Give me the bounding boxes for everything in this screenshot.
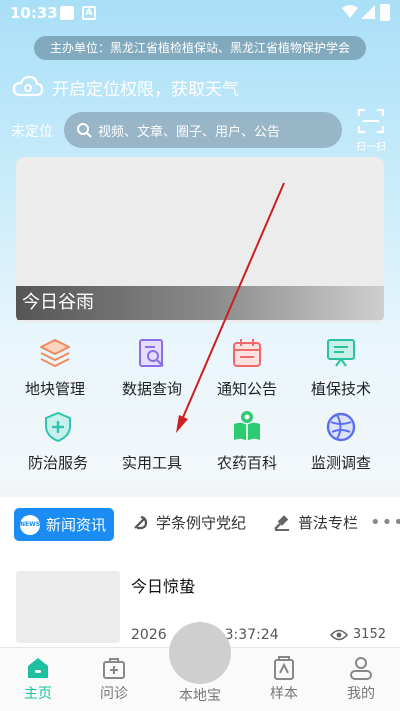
status-bar: 10:33 A bbox=[0, 0, 400, 28]
grid-label: 植保技术 bbox=[310, 380, 371, 398]
status-time: 10:33 bbox=[10, 4, 58, 22]
banner-carousel[interactable]: 今日谷雨 bbox=[16, 157, 384, 323]
calendar-icon bbox=[233, 339, 261, 367]
grid-label: 防治服务 bbox=[27, 454, 88, 472]
location-label[interactable]: 未定位 bbox=[11, 121, 53, 141]
app-notification-icon: A bbox=[82, 6, 96, 20]
news-tabs: NEWS 新闻资讯 学条例守党纪 普法专栏 ••• bbox=[0, 504, 400, 546]
nav-home[interactable]: 主页 bbox=[8, 656, 68, 703]
search-icon bbox=[77, 123, 92, 138]
gavel-icon bbox=[274, 514, 289, 531]
grid-item-notices[interactable]: 通知公告 bbox=[205, 336, 289, 399]
wifi-icon bbox=[342, 5, 358, 18]
grid-label: 实用工具 bbox=[121, 454, 182, 472]
grid-item-data-query[interactable]: 数据查询 bbox=[110, 336, 194, 399]
tab-party-discipline[interactable]: 学条例守党纪 bbox=[132, 512, 246, 533]
weather-prompt[interactable]: 开启定位权限，获取天气 bbox=[12, 72, 239, 102]
more-tabs-icon[interactable]: ••• bbox=[370, 512, 400, 533]
tab-label: 学条例守党纪 bbox=[156, 514, 247, 532]
sponsor-banner: 主办单位：黑龙江省植检植保站、黑龙江省植物保护学会 bbox=[34, 36, 366, 60]
news-date-time: 3:37:24 bbox=[224, 627, 279, 643]
grid-label: 地块管理 bbox=[24, 380, 85, 398]
cloud-icon bbox=[12, 75, 44, 97]
weather-text: 开启定位权限，获取天气 bbox=[52, 79, 239, 100]
news-date-year: 2026 bbox=[131, 627, 167, 643]
grid-label: 农药百科 bbox=[216, 454, 277, 472]
news-thumbnail bbox=[16, 571, 120, 643]
grid-item-plot-management[interactable]: 地块管理 bbox=[13, 336, 97, 399]
layers-icon bbox=[40, 339, 70, 368]
nav-consult[interactable]: 问诊 bbox=[84, 656, 144, 703]
toolbox-icon bbox=[135, 410, 169, 444]
news-title: 今日惊蛰 bbox=[131, 577, 196, 596]
signal-icon bbox=[361, 5, 375, 19]
grid-label: 通知公告 bbox=[216, 380, 277, 398]
document-search-icon bbox=[139, 339, 164, 367]
scan-icon bbox=[357, 108, 385, 134]
grid-item-monitoring-survey[interactable]: 监测调查 bbox=[299, 410, 383, 473]
news-views-count: 3152 bbox=[352, 627, 386, 642]
section-divider bbox=[0, 487, 400, 497]
banner-caption: 今日谷雨 bbox=[16, 286, 384, 320]
eye-icon bbox=[329, 629, 348, 640]
tab-label: 普法专栏 bbox=[298, 514, 359, 532]
tab-law-column[interactable]: 普法专栏 bbox=[274, 512, 358, 533]
grid-item-plant-protection-tech[interactable]: 植保技术 bbox=[299, 336, 383, 399]
battery-icon bbox=[380, 4, 390, 21]
center-button-label: 本地宝 bbox=[179, 688, 221, 704]
search-placeholder: 视频、文章、圈子、用户、公告 bbox=[98, 124, 281, 140]
globe-icon bbox=[326, 412, 356, 442]
grid-item-control-service[interactable]: 防治服务 bbox=[16, 410, 100, 473]
news-badge-icon: NEWS bbox=[20, 514, 40, 535]
grid-label: 数据查询 bbox=[121, 380, 182, 398]
nav-mine[interactable]: 我的 bbox=[331, 656, 391, 703]
image-notification-icon bbox=[60, 6, 74, 20]
sample-icon bbox=[274, 656, 294, 680]
nav-label: 问诊 bbox=[100, 686, 128, 702]
medical-kit-icon bbox=[103, 658, 125, 679]
tab-label: 新闻资讯 bbox=[46, 516, 107, 534]
scan-label: 扫一扫 bbox=[356, 142, 386, 153]
nav-samples[interactable]: 样本 bbox=[254, 656, 314, 703]
tab-news[interactable]: NEWS 新闻资讯 bbox=[14, 508, 114, 541]
scan-button[interactable]: 扫一扫 bbox=[352, 108, 390, 153]
party-emblem-icon bbox=[134, 515, 148, 529]
grid-item-pesticide-encyclopedia[interactable]: 农药百科 bbox=[205, 410, 289, 473]
grid-item-utilities[interactable]: 实用工具 bbox=[110, 410, 194, 473]
user-icon bbox=[350, 657, 372, 680]
nav-label: 我的 bbox=[347, 686, 375, 702]
shield-plus-icon bbox=[45, 411, 71, 443]
presentation-icon bbox=[327, 339, 355, 367]
nav-label: 主页 bbox=[24, 686, 52, 702]
search-input[interactable]: 视频、文章、圈子、用户、公告 bbox=[64, 112, 342, 148]
book-leaf-icon bbox=[234, 411, 260, 441]
home-icon bbox=[28, 658, 48, 678]
grid-label: 监测调查 bbox=[310, 454, 371, 472]
news-views: 3152 bbox=[329, 627, 386, 642]
center-button[interactable] bbox=[169, 622, 231, 684]
nav-label: 样本 bbox=[270, 686, 298, 702]
